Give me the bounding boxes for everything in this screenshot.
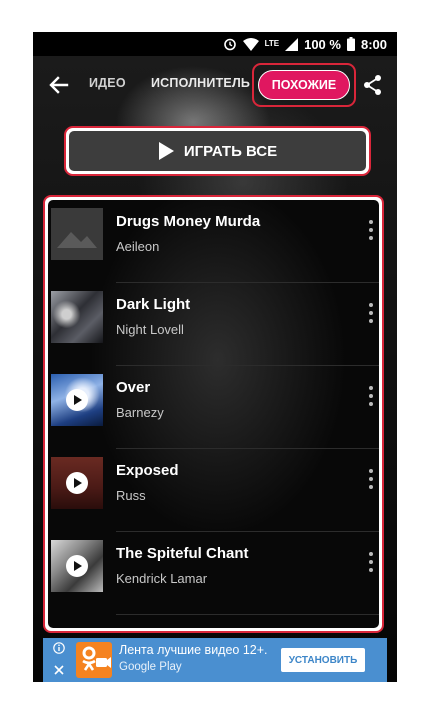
back-arrow-icon[interactable] [47,73,71,97]
phone-screen: LTE 100 % 8:00 ИДЕО ИСПОЛНИТЕЛЬ ПОХОЖИЕ [33,32,397,682]
network-type: LTE [264,39,280,48]
ad-info-icon[interactable] [53,642,65,654]
divider [116,614,379,615]
ad-install-button[interactable]: УСТАНОВИТЬ [281,648,365,672]
tab-video[interactable]: ИДЕО [89,76,126,90]
track-title: Drugs Money Murda [116,213,261,230]
play-all-label: ИГРАТЬ ВСЕ [183,142,278,160]
track-artist: Barnezy [116,405,164,420]
track-artist: Kendrick Lamar [116,571,208,586]
play-icon [73,395,82,405]
ad-title: Лента лучшие видео 12+. [119,643,268,657]
battery-icon [346,37,355,51]
wifi-icon [242,37,259,51]
battery-percent: 100 % [304,36,341,52]
track-title: The Spiteful Chant [116,545,249,562]
track-item[interactable]: The Spiteful Chant Kendrick Lamar [48,532,379,615]
play-all-highlight: ИГРАТЬ ВСЕ [64,126,371,176]
track-thumbnail [51,540,103,592]
cell-signal-icon [285,37,299,51]
track-thumbnail [51,208,103,260]
track-thumbnail [51,374,103,426]
track-item[interactable]: Over Barnezy [48,366,379,449]
status-bar: LTE 100 % 8:00 [33,32,397,56]
track-title: Over [116,379,151,396]
track-artist: Aeileon [116,239,160,254]
more-options-icon[interactable] [366,219,376,241]
more-options-icon[interactable] [366,551,376,573]
share-icon[interactable] [361,73,385,97]
play-icon [73,561,82,571]
track-artist: Russ [116,488,146,503]
thumbnail-play-button[interactable] [66,555,88,577]
more-options-icon[interactable] [366,468,376,490]
play-icon [73,478,82,488]
ad-subtitle: Google Play [119,661,182,673]
placeholder-image-icon [57,232,97,248]
top-bar: ИДЕО ИСПОЛНИТЕЛЬ ПОХОЖИЕ [33,56,397,114]
play-icon [158,142,174,160]
track-thumbnail [51,457,103,509]
track-artist: Night Lovell [116,322,184,337]
track-item[interactable]: Drugs Money Murda Aeileon [48,200,379,283]
tab-similar-highlight: ПОХОЖИЕ [252,63,356,107]
tab-artist[interactable]: ИСПОЛНИТЕЛЬ [151,76,250,90]
alarm-icon [223,38,236,51]
clock: 8:00 [360,36,387,52]
play-all-button[interactable]: ИГРАТЬ ВСЕ [69,131,366,171]
track-item[interactable]: Exposed Russ [48,449,379,532]
ad-banner[interactable]: Лента лучшие видео 12+. Google Play УСТА… [43,638,387,682]
track-list-highlight: Drugs Money Murda Aeileon Dark Light Nig… [43,195,384,633]
ad-app-logo [76,642,112,678]
track-item[interactable]: Dark Light Night Lovell [48,283,379,366]
tab-similar[interactable]: ПОХОЖИЕ [258,70,350,100]
track-title: Exposed [116,462,179,479]
more-options-icon[interactable] [366,385,376,407]
track-list: Drugs Money Murda Aeileon Dark Light Nig… [48,200,379,628]
ad-close-icon[interactable] [53,664,65,676]
track-thumbnail [51,291,103,343]
ok-video-logo-icon [82,646,111,671]
thumbnail-play-button[interactable] [66,472,88,494]
more-options-icon[interactable] [366,302,376,324]
track-title: Dark Light [116,296,191,313]
thumbnail-play-button[interactable] [66,389,88,411]
